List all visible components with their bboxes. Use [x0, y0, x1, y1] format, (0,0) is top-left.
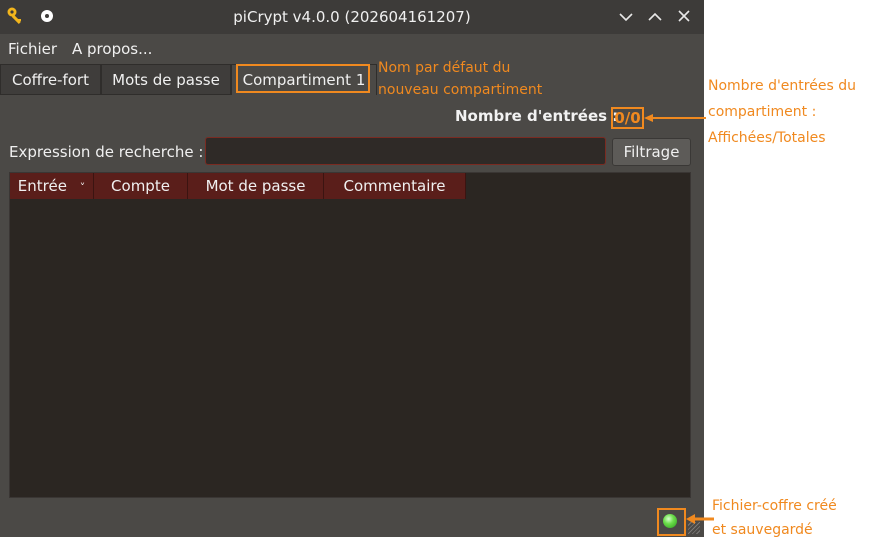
status-bar [0, 506, 704, 537]
column-header-entree-label: Entrée [17, 177, 67, 195]
search-label: Expression de recherche : [9, 143, 204, 161]
column-header-commentaire[interactable]: Commentaire [324, 173, 466, 199]
count-annotation-line-1: Nombre d'entrées du [708, 78, 856, 94]
menu-fichier[interactable]: Fichier [8, 40, 57, 58]
column-header-compte[interactable]: Compte [94, 173, 188, 199]
entries-count-label: Nombre d'entrées : [455, 107, 619, 125]
entries-count-value: 0/0 [611, 107, 644, 129]
status-highlight-box [657, 508, 686, 536]
tab-highlight-box [236, 64, 370, 93]
search-input[interactable] [205, 137, 606, 165]
chevron-down-icon[interactable] [616, 6, 636, 28]
status-annotation-line-2: et sauvegardé [712, 522, 813, 538]
status-arrow-icon [686, 514, 714, 524]
status-annotation: Fichier-coffre créé et sauvegardé [712, 494, 837, 542]
window-title: piCrypt v4.0.0 (202604161207) [233, 8, 471, 26]
sort-indicator-icon: ˅ [79, 181, 86, 194]
entries-table[interactable]: Entrée ˅ Compte Mot de passe Commentaire [9, 172, 691, 498]
status-annotation-line-1: Fichier-coffre créé [712, 498, 837, 514]
column-header-mot-de-passe[interactable]: Mot de passe [188, 173, 324, 199]
title-bar[interactable]: piCrypt v4.0.0 (202604161207) [0, 0, 704, 34]
tab-annotation: Nom par défaut du nouveau compartiment [378, 57, 542, 101]
chevron-up-icon[interactable] [645, 6, 665, 28]
count-annotation: Nombre d'entrées du compartiment : Affic… [708, 73, 856, 151]
filter-button[interactable]: Filtrage [612, 138, 691, 166]
tab-coffre-fort[interactable]: Coffre-fort [0, 64, 101, 95]
count-annotation-line-3: Affichées/Totales [708, 130, 826, 146]
count-arrow-icon [644, 114, 706, 122]
column-header-entree[interactable]: Entrée ˅ [10, 173, 94, 199]
tab-annotation-line-2: nouveau compartiment [378, 82, 543, 98]
tab-annotation-line-1: Nom par défaut du [378, 60, 511, 76]
tab-mots-de-passe[interactable]: Mots de passe [101, 64, 231, 95]
close-icon[interactable] [674, 6, 694, 28]
menu-a-propos[interactable]: A propos... [72, 40, 152, 58]
count-annotation-line-2: compartiment : [708, 104, 817, 120]
